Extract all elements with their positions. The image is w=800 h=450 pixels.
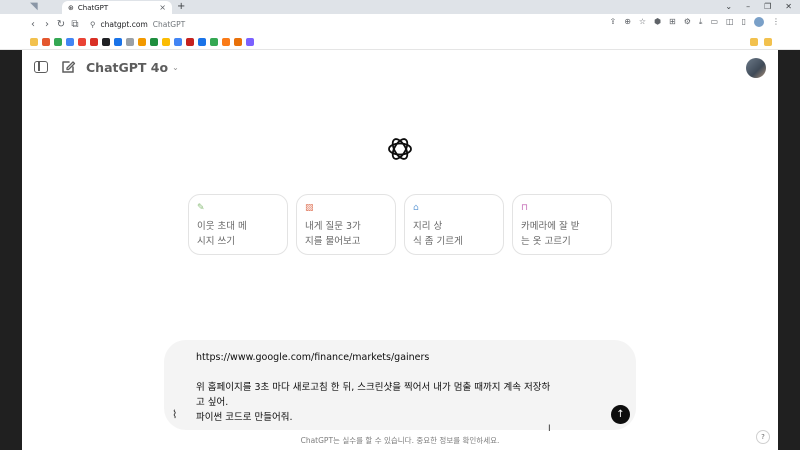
translate-icon[interactable]: ⧉	[68, 19, 82, 30]
bookmark-icon[interactable]	[246, 38, 254, 46]
page-title-text: ChatGPT	[152, 19, 186, 29]
bookmark-icon[interactable]	[126, 38, 134, 46]
openai-logo-icon	[388, 138, 412, 160]
bookmark-star-icon[interactable]: ☆	[639, 17, 646, 27]
avatar[interactable]	[746, 58, 766, 78]
window-controls: ⌄ – ❐ ✕	[725, 0, 792, 14]
send-button[interactable]: ↑	[611, 405, 630, 424]
bookmark-icon[interactable]	[138, 38, 146, 46]
toggle-sidebar-icon[interactable]	[34, 61, 48, 73]
close-window-button[interactable]: ✕	[785, 0, 792, 14]
tab-title: ChatGPT	[77, 3, 109, 12]
bookmarks-bar	[0, 34, 800, 50]
extensions-area: ⇪ ⊕ ☆ ⬢ ⊞ ⚙ ⤓ ▭ ◫ ▯ ⋮	[609, 17, 780, 27]
download-icon[interactable]: ⤓	[699, 17, 703, 27]
bookmark-icon[interactable]	[114, 38, 122, 46]
browser-toolbar: ‹ › ↻ ⧉ ⚲ chatgpt.com ChatGPT ⇪ ⊕ ☆ ⬢ ⊞ …	[0, 14, 800, 34]
chatgpt-page: ChatGPT 4o ⌄ ✎ 이웃 초대 메 시지 쓰기 ▨ 내게 질문 3가 …	[22, 50, 778, 450]
capture-icon[interactable]: ◫	[726, 17, 734, 27]
share-icon[interactable]: ⇪	[609, 17, 616, 27]
bag-icon: ⊓	[521, 203, 529, 213]
bookmark-icon[interactable]	[186, 38, 194, 46]
forward-icon[interactable]: ›	[40, 19, 54, 30]
site-info-icon[interactable]: ⚲	[90, 20, 96, 29]
bookmark-icon[interactable]	[150, 38, 158, 46]
model-label: ChatGPT 4o	[86, 60, 169, 75]
address-bar[interactable]: ⚲ chatgpt.com ChatGPT	[90, 17, 610, 31]
back-icon[interactable]: ‹	[26, 19, 40, 30]
sidepanel-icon[interactable]: ▯	[742, 17, 746, 27]
maximize-button[interactable]: ❐	[764, 0, 771, 14]
bookmark-drive-icon[interactable]	[54, 38, 62, 46]
suggestion-card[interactable]: ▨ 내게 질문 3가 지를 물어보고	[296, 194, 396, 255]
reload-icon[interactable]: ↻	[54, 19, 68, 30]
model-selector[interactable]: ChatGPT 4o ⌄	[86, 60, 179, 75]
zoom-icon[interactable]: ⊕	[624, 17, 631, 27]
openai-favicon-icon: ⊛	[68, 3, 74, 12]
suggestion-text: 내게 질문 3가 지를 물어보고	[305, 221, 361, 247]
top-nav: ChatGPT 4o ⌄	[22, 50, 778, 86]
chevron-down-icon: ⌄	[172, 63, 179, 72]
new-tab-button[interactable]: +	[177, 0, 185, 14]
suggestion-card[interactable]: ⌂ 지리 상 식 좀 기르게	[404, 194, 504, 255]
attach-icon[interactable]: ⌇	[172, 408, 184, 421]
bookmark-icon[interactable]	[90, 38, 98, 46]
bookmark-icon[interactable]	[66, 38, 74, 46]
text-cursor-icon: I	[548, 424, 551, 434]
previous-tab-icon[interactable]: ◥	[30, 0, 60, 14]
new-chat-icon[interactable]	[60, 59, 76, 75]
tab-chatgpt[interactable]: ⊛ ChatGPT ×	[62, 1, 172, 14]
extension-icon[interactable]: ⬢	[654, 17, 661, 27]
tab-strip: ◥ ⊛ ChatGPT × + ⌄ – ❐ ✕	[0, 0, 800, 14]
bookmark-icon[interactable]	[198, 38, 206, 46]
message-input[interactable]: https://www.google.com/finance/markets/g…	[196, 350, 616, 425]
translate-extension-icon[interactable]: ⊞	[669, 17, 676, 27]
profile-icon[interactable]	[754, 17, 764, 27]
menu-icon[interactable]: ⋮	[772, 17, 780, 27]
bookmark-icon[interactable]	[174, 38, 182, 46]
minimize-button[interactable]: –	[746, 0, 750, 14]
suggestion-text: 카메라에 잘 받 는 옷 고르기	[521, 221, 580, 247]
bookmark-icon[interactable]	[162, 38, 170, 46]
bookmark-icon[interactable]	[210, 38, 218, 46]
image-icon: ▨	[305, 203, 314, 213]
right-margin	[778, 50, 800, 450]
pen-icon: ✎	[197, 203, 205, 213]
bookmark-folder-icon[interactable]	[30, 38, 38, 46]
bookmark-folder-icon[interactable]	[764, 38, 772, 46]
suggestion-card[interactable]: ✎ 이웃 초대 메 시지 쓰기	[188, 194, 288, 255]
tools-icon[interactable]: ⚙	[684, 17, 691, 27]
tab-search-icon[interactable]: ⌄	[725, 0, 732, 14]
left-margin	[0, 50, 22, 450]
help-button[interactable]: ?	[756, 430, 770, 444]
screen: ◥ ⊛ ChatGPT × + ⌄ – ❐ ✕ ‹ › ↻ ⧉ ⚲ chatgp…	[0, 0, 800, 450]
bookmark-icon[interactable]	[42, 38, 50, 46]
bookmark-icon[interactable]	[234, 38, 242, 46]
suggestion-cards: ✎ 이웃 초대 메 시지 쓰기 ▨ 내게 질문 3가 지를 물어보고 ⌂ 지리 …	[188, 194, 612, 255]
url-text: chatgpt.com	[100, 19, 148, 29]
tab-close-icon[interactable]: ×	[159, 3, 166, 12]
media-icon[interactable]: ▭	[710, 17, 718, 27]
bookmark-icon[interactable]	[78, 38, 86, 46]
suggestion-text: 지리 상 식 좀 기르게	[413, 221, 463, 247]
bookmark-icon[interactable]	[222, 38, 230, 46]
bookmark-folder-icon[interactable]	[750, 38, 758, 46]
message-composer[interactable]: https://www.google.com/finance/markets/g…	[164, 340, 636, 430]
disclaimer-text: ChatGPT는 실수를 할 수 있습니다. 중요한 정보를 확인하세요.	[300, 436, 500, 445]
graduation-cap-icon: ⌂	[413, 203, 419, 213]
bookmark-icon[interactable]	[102, 38, 110, 46]
suggestion-text: 이웃 초대 메 시지 쓰기	[197, 221, 247, 247]
suggestion-card[interactable]: ⊓ 카메라에 잘 받 는 옷 고르기	[512, 194, 612, 255]
